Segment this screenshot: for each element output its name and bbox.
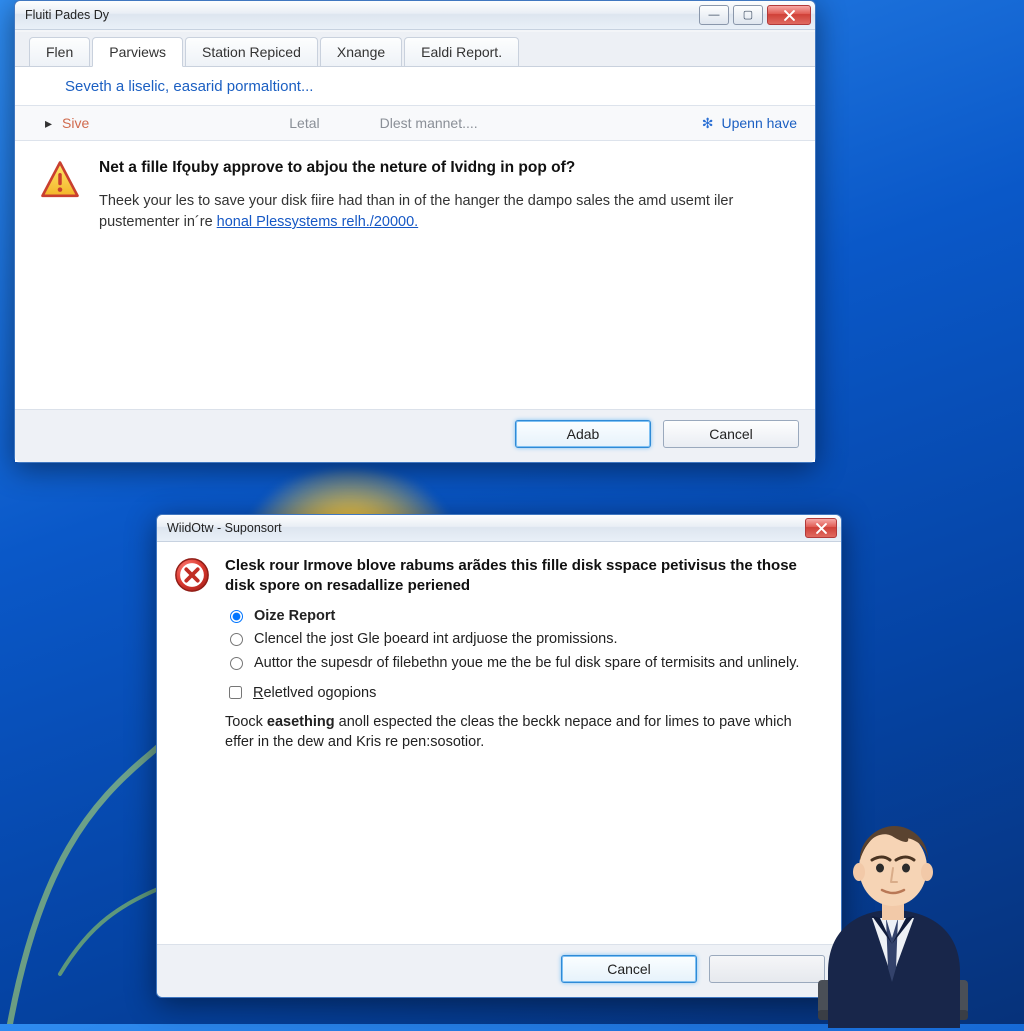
error-icon (173, 556, 211, 594)
cancel-button[interactable]: Cancel (561, 955, 697, 983)
tab-station-repiced[interactable]: Station Repiced (185, 37, 318, 66)
tab-strip: Flen Parviews Station Repiced Xnange Eal… (15, 32, 815, 67)
window-title: Fluiti Pades Dy (25, 8, 109, 22)
titlebar[interactable]: WiidOtw - Suponsort (157, 515, 841, 542)
col-dlest[interactable]: Dlest mannet.... (380, 115, 478, 131)
checkbox-label: Reletlved ogopions (253, 685, 376, 701)
secondary-button[interactable] (709, 955, 825, 983)
footer-note: Toock easething anoll espected the cleas… (225, 712, 823, 753)
minimize-button[interactable]: — (699, 5, 729, 25)
dialog-body-text: Theek your les to save your disk fiire h… (99, 191, 791, 233)
option-label: Auttor the supesdr of filebethn youe me … (254, 654, 799, 674)
option-label: Oize Report (254, 607, 335, 627)
maximize-button[interactable]: ▢ (733, 5, 763, 25)
col-upenn[interactable]: ✻Upenn have (702, 115, 797, 132)
col-letal[interactable]: Letal (289, 115, 319, 131)
option-auttor[interactable]: Auttor the supesdr of filebethn youe me … (225, 654, 823, 674)
ok-button[interactable]: Adab (515, 420, 651, 448)
option-oize-report[interactable]: Oize Report (225, 607, 823, 627)
dialog-heading: Clesk rour Irmove blove rabums arãdes th… (225, 556, 823, 597)
warning-icon (39, 159, 81, 201)
cancel-button[interactable]: Cancel (663, 420, 799, 448)
titlebar[interactable]: Fluiti Pades Dy — ▢ (15, 1, 815, 30)
window-title: WiidOtw - Suponsort (167, 521, 282, 535)
radio-clencel[interactable] (230, 633, 243, 646)
close-button[interactable] (805, 518, 837, 538)
asterisk-icon: ✻ (702, 115, 714, 131)
tab-flen[interactable]: Flen (29, 37, 90, 66)
col-sive[interactable]: Sive (62, 115, 89, 131)
checkbox-reletlved[interactable]: Reletlved ogopions (225, 683, 823, 702)
radio-auttor[interactable] (230, 657, 243, 670)
plessystems-link[interactable]: honal Plessystems relh./20000. (217, 214, 419, 230)
checkbox-input[interactable] (229, 686, 242, 699)
tab-ealdi-report[interactable]: Ealdi Report. (404, 37, 519, 66)
option-label: Clencel the jost Gle þoeard int ardjuose… (254, 630, 618, 650)
tab-parviews[interactable]: Parviews (92, 37, 183, 67)
column-header-row: ▸ Sive Letal Dlest mannet.... ✻Upenn hav… (15, 105, 815, 141)
dialog-heading: Net a fille Ifǫuby approve to abjou the … (99, 159, 791, 177)
file-approve-dialog: Fluiti Pades Dy — ▢ Flen Parviews Statio… (14, 0, 816, 463)
radio-oize-report[interactable] (230, 610, 243, 623)
section-header: Seveth a liselic, easarid pormaltiont... (15, 67, 815, 105)
suponsort-dialog: WiidOtw - Suponsort Clesk rour (156, 514, 842, 998)
close-icon (816, 523, 827, 534)
tab-xnange[interactable]: Xnange (320, 37, 402, 66)
option-clencel[interactable]: Clencel the jost Gle þoeard int ardjuose… (225, 630, 823, 650)
close-button[interactable] (767, 5, 811, 25)
close-icon (784, 10, 795, 21)
expand-icon[interactable]: ▸ (45, 115, 52, 132)
